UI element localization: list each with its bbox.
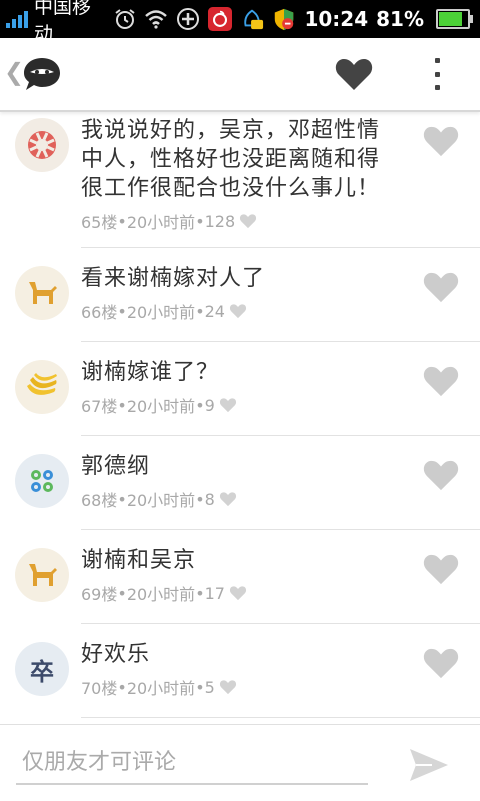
- status-bar: 中国移动 10:24 81%: [0, 0, 480, 45]
- comment-meta: 66楼 • 20小时前 • 24: [81, 299, 401, 323]
- wifi-icon: [144, 7, 168, 31]
- like-heart-icon[interactable]: [422, 552, 460, 586]
- comment-time: 20小时前: [126, 213, 196, 232]
- comment-text: 好欢乐: [81, 642, 151, 667]
- comment-time: 20小时前: [126, 491, 196, 510]
- clock: 10:24: [304, 7, 369, 31]
- app-bar: ❮: [0, 38, 480, 112]
- divider: [81, 717, 480, 718]
- battery-icon: [436, 9, 473, 29]
- comment-bar: [0, 724, 480, 801]
- floor-number: 65楼: [81, 213, 118, 232]
- add-circle-icon: [176, 7, 200, 31]
- netease-music-icon: [208, 7, 233, 31]
- comment-time: 20小时前: [126, 585, 196, 604]
- heart-small-icon: [219, 491, 237, 507]
- battery-percent: 81%: [376, 7, 424, 31]
- comment-input[interactable]: [16, 741, 368, 785]
- list-item: 我说说好的，吴京，邓超性情中人，性格好也没距离随和得很工作很配合也没什么事儿！ …: [0, 112, 480, 248]
- heart-small-icon: [239, 213, 257, 229]
- comment-meta: 68楼 • 20小时前 • 8: [81, 487, 401, 511]
- comment-meta: 65楼 • 20小时前 • 128: [81, 209, 401, 233]
- app-logo-icon[interactable]: [22, 56, 62, 92]
- comment-list: 我说说好的，吴京，邓超性情中人，性格好也没距离随和得很工作很配合也没什么事儿！ …: [0, 112, 480, 724]
- dog-icon[interactable]: [15, 548, 69, 602]
- security-shield-icon: [272, 7, 296, 31]
- comment-text: 郭德纲: [81, 454, 151, 479]
- more-vert-icon[interactable]: [428, 56, 446, 92]
- lifebuoy-icon[interactable]: [15, 118, 69, 172]
- like-count: 24: [204, 301, 225, 321]
- like-count: 9: [204, 395, 215, 415]
- send-icon[interactable]: [408, 745, 450, 785]
- comment-text: 谢楠嫁谁了？: [81, 360, 220, 385]
- floor-number: 69楼: [81, 585, 118, 604]
- dog-icon[interactable]: [15, 266, 69, 320]
- floor-number: 68楼: [81, 491, 118, 510]
- comment-text: 谢楠和吴京: [81, 548, 197, 573]
- like-heart-icon[interactable]: [422, 364, 460, 398]
- floor-number: 70楼: [81, 679, 118, 698]
- list-item: 卒 好欢乐 70楼 • 20小时前 • 5: [0, 624, 480, 718]
- like-count: 5: [204, 677, 215, 697]
- heart-small-icon: [219, 679, 237, 695]
- floor-number: 67楼: [81, 397, 118, 416]
- character-icon[interactable]: 卒: [15, 642, 69, 696]
- list-item: 谢楠嫁谁了？ 67楼 • 20小时前 • 9: [0, 342, 480, 436]
- banana-icon[interactable]: [15, 360, 69, 414]
- like-heart-icon[interactable]: [422, 270, 460, 304]
- heart-small-icon: [229, 303, 247, 319]
- buttons-icon[interactable]: [15, 454, 69, 508]
- comment-time: 20小时前: [126, 397, 196, 416]
- alarm-icon: [114, 7, 137, 31]
- floor-number: 66楼: [81, 303, 118, 322]
- heart-small-icon: [229, 585, 247, 601]
- like-heart-icon[interactable]: [422, 646, 460, 680]
- comment-time: 20小时前: [126, 679, 196, 698]
- heart-icon[interactable]: [334, 56, 374, 92]
- list-item: 看来谢楠嫁对人了 66楼 • 20小时前 • 24: [0, 248, 480, 342]
- comment-meta: 67楼 • 20小时前 • 9: [81, 393, 401, 417]
- list-item: 谢楠和吴京 69楼 • 20小时前 • 17: [0, 530, 480, 624]
- heart-small-icon: [219, 397, 237, 413]
- comment-meta: 70楼 • 20小时前 • 5: [81, 675, 401, 699]
- like-count: 128: [204, 211, 236, 231]
- like-heart-icon[interactable]: [422, 124, 460, 158]
- like-count: 8: [204, 489, 215, 509]
- like-count: 17: [204, 583, 225, 603]
- signal-icon: [6, 10, 28, 28]
- qq-icon: [240, 7, 264, 31]
- list-item: 郭德纲 68楼 • 20小时前 • 8: [0, 436, 480, 530]
- like-heart-icon[interactable]: [422, 458, 460, 492]
- comment-time: 20小时前: [126, 303, 196, 322]
- comment-meta: 69楼 • 20小时前 • 17: [81, 581, 401, 605]
- comment-text: 我说说好的，吴京，邓超性情中人，性格好也没距离随和得很工作很配合也没什么事儿！: [81, 118, 381, 201]
- comment-text: 看来谢楠嫁对人了: [81, 266, 266, 291]
